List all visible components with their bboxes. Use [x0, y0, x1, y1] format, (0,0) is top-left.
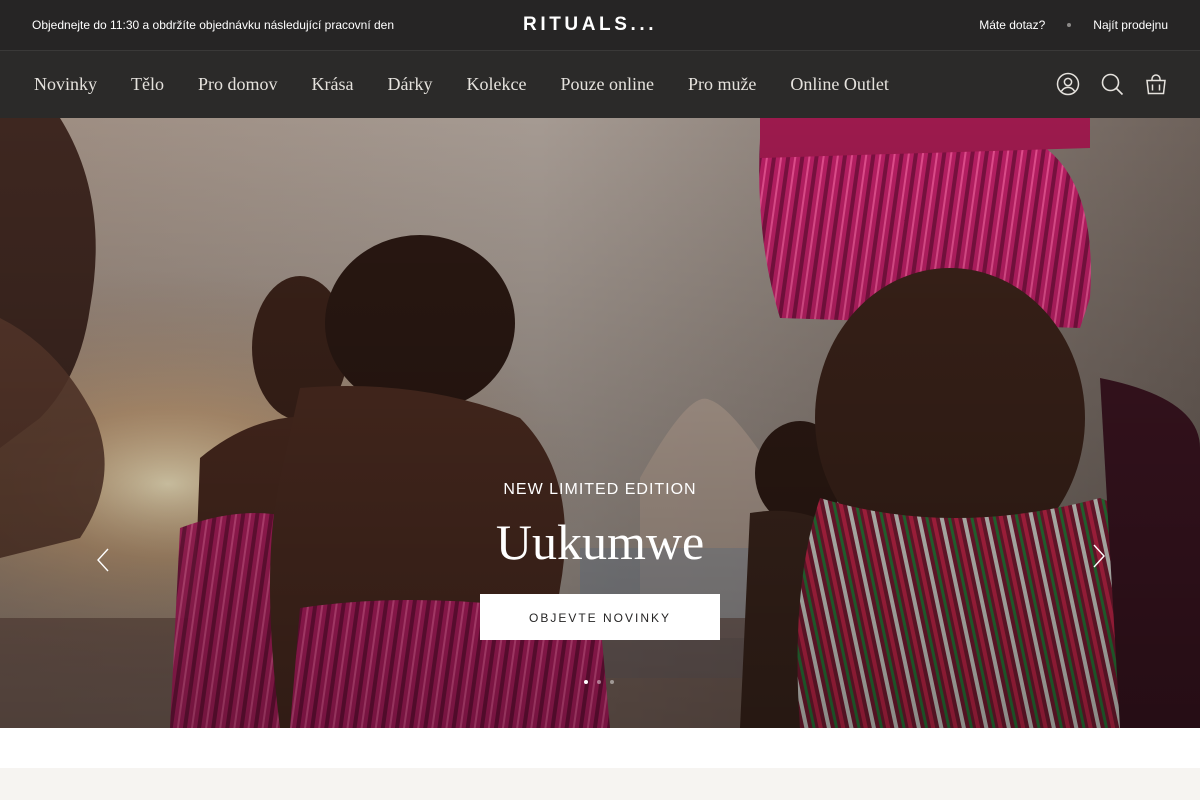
nav-item-telo[interactable]: Tělo [114, 51, 181, 117]
category-menu: Novinky Tělo Pro domov Krása Dárky Kolek… [17, 51, 906, 117]
nav-item-pouze-online[interactable]: Pouze online [543, 51, 670, 117]
separator-dot [1067, 23, 1072, 27]
chevron-right-icon[interactable] [1086, 542, 1110, 570]
nav-item-kolekce[interactable]: Kolekce [449, 51, 543, 117]
store-locator-link[interactable]: Najít prodejnu [1093, 17, 1168, 33]
nav-item-darky[interactable]: Dárky [371, 51, 450, 117]
carousel-dot[interactable] [597, 680, 601, 684]
nav-item-pro-domov[interactable]: Pro domov [181, 51, 295, 117]
account-icon[interactable] [1056, 72, 1080, 96]
discover-new-button[interactable]: OBJEVTE NOVINKY [480, 594, 720, 640]
carousel-dot[interactable] [584, 680, 588, 684]
chevron-left-icon[interactable] [92, 546, 116, 574]
header-actions [1056, 69, 1168, 99]
next-section-background [0, 768, 1200, 800]
carousel-dot[interactable] [610, 680, 614, 684]
rituals-logo[interactable]: RITUALS... [523, 14, 699, 36]
content-spacer [0, 728, 1200, 768]
nav-item-krasa[interactable]: Krása [295, 51, 371, 117]
contact-link[interactable]: Máte dotaz? [979, 17, 1045, 33]
hero-headline: Uukumwe [495, 514, 705, 570]
help-links: Máte dotaz? Najít prodejnu [979, 17, 1168, 33]
hero-eyebrow: NEW LIMITED EDITION [503, 481, 697, 498]
nav-item-online-outlet[interactable]: Online Outlet [773, 51, 905, 117]
main-navigation: Novinky Tělo Pro domov Krása Dárky Kolek… [0, 50, 1200, 118]
hero-banner: NEW LIMITED EDITION Uukumwe OBJEVTE NOVI… [0, 118, 1200, 728]
nav-item-novinky[interactable]: Novinky [17, 51, 114, 117]
search-icon[interactable] [1100, 72, 1124, 96]
delivery-promo-text: Objednejte do 11:30 a obdržíte objednávk… [32, 18, 395, 32]
carousel-pagination [584, 679, 616, 685]
nav-item-pro-muze[interactable]: Pro muže [671, 51, 773, 117]
announcement-bar: Objednejte do 11:30 a obdržíte objednávk… [0, 0, 1200, 50]
shopping-bag-icon[interactable] [1144, 72, 1168, 96]
